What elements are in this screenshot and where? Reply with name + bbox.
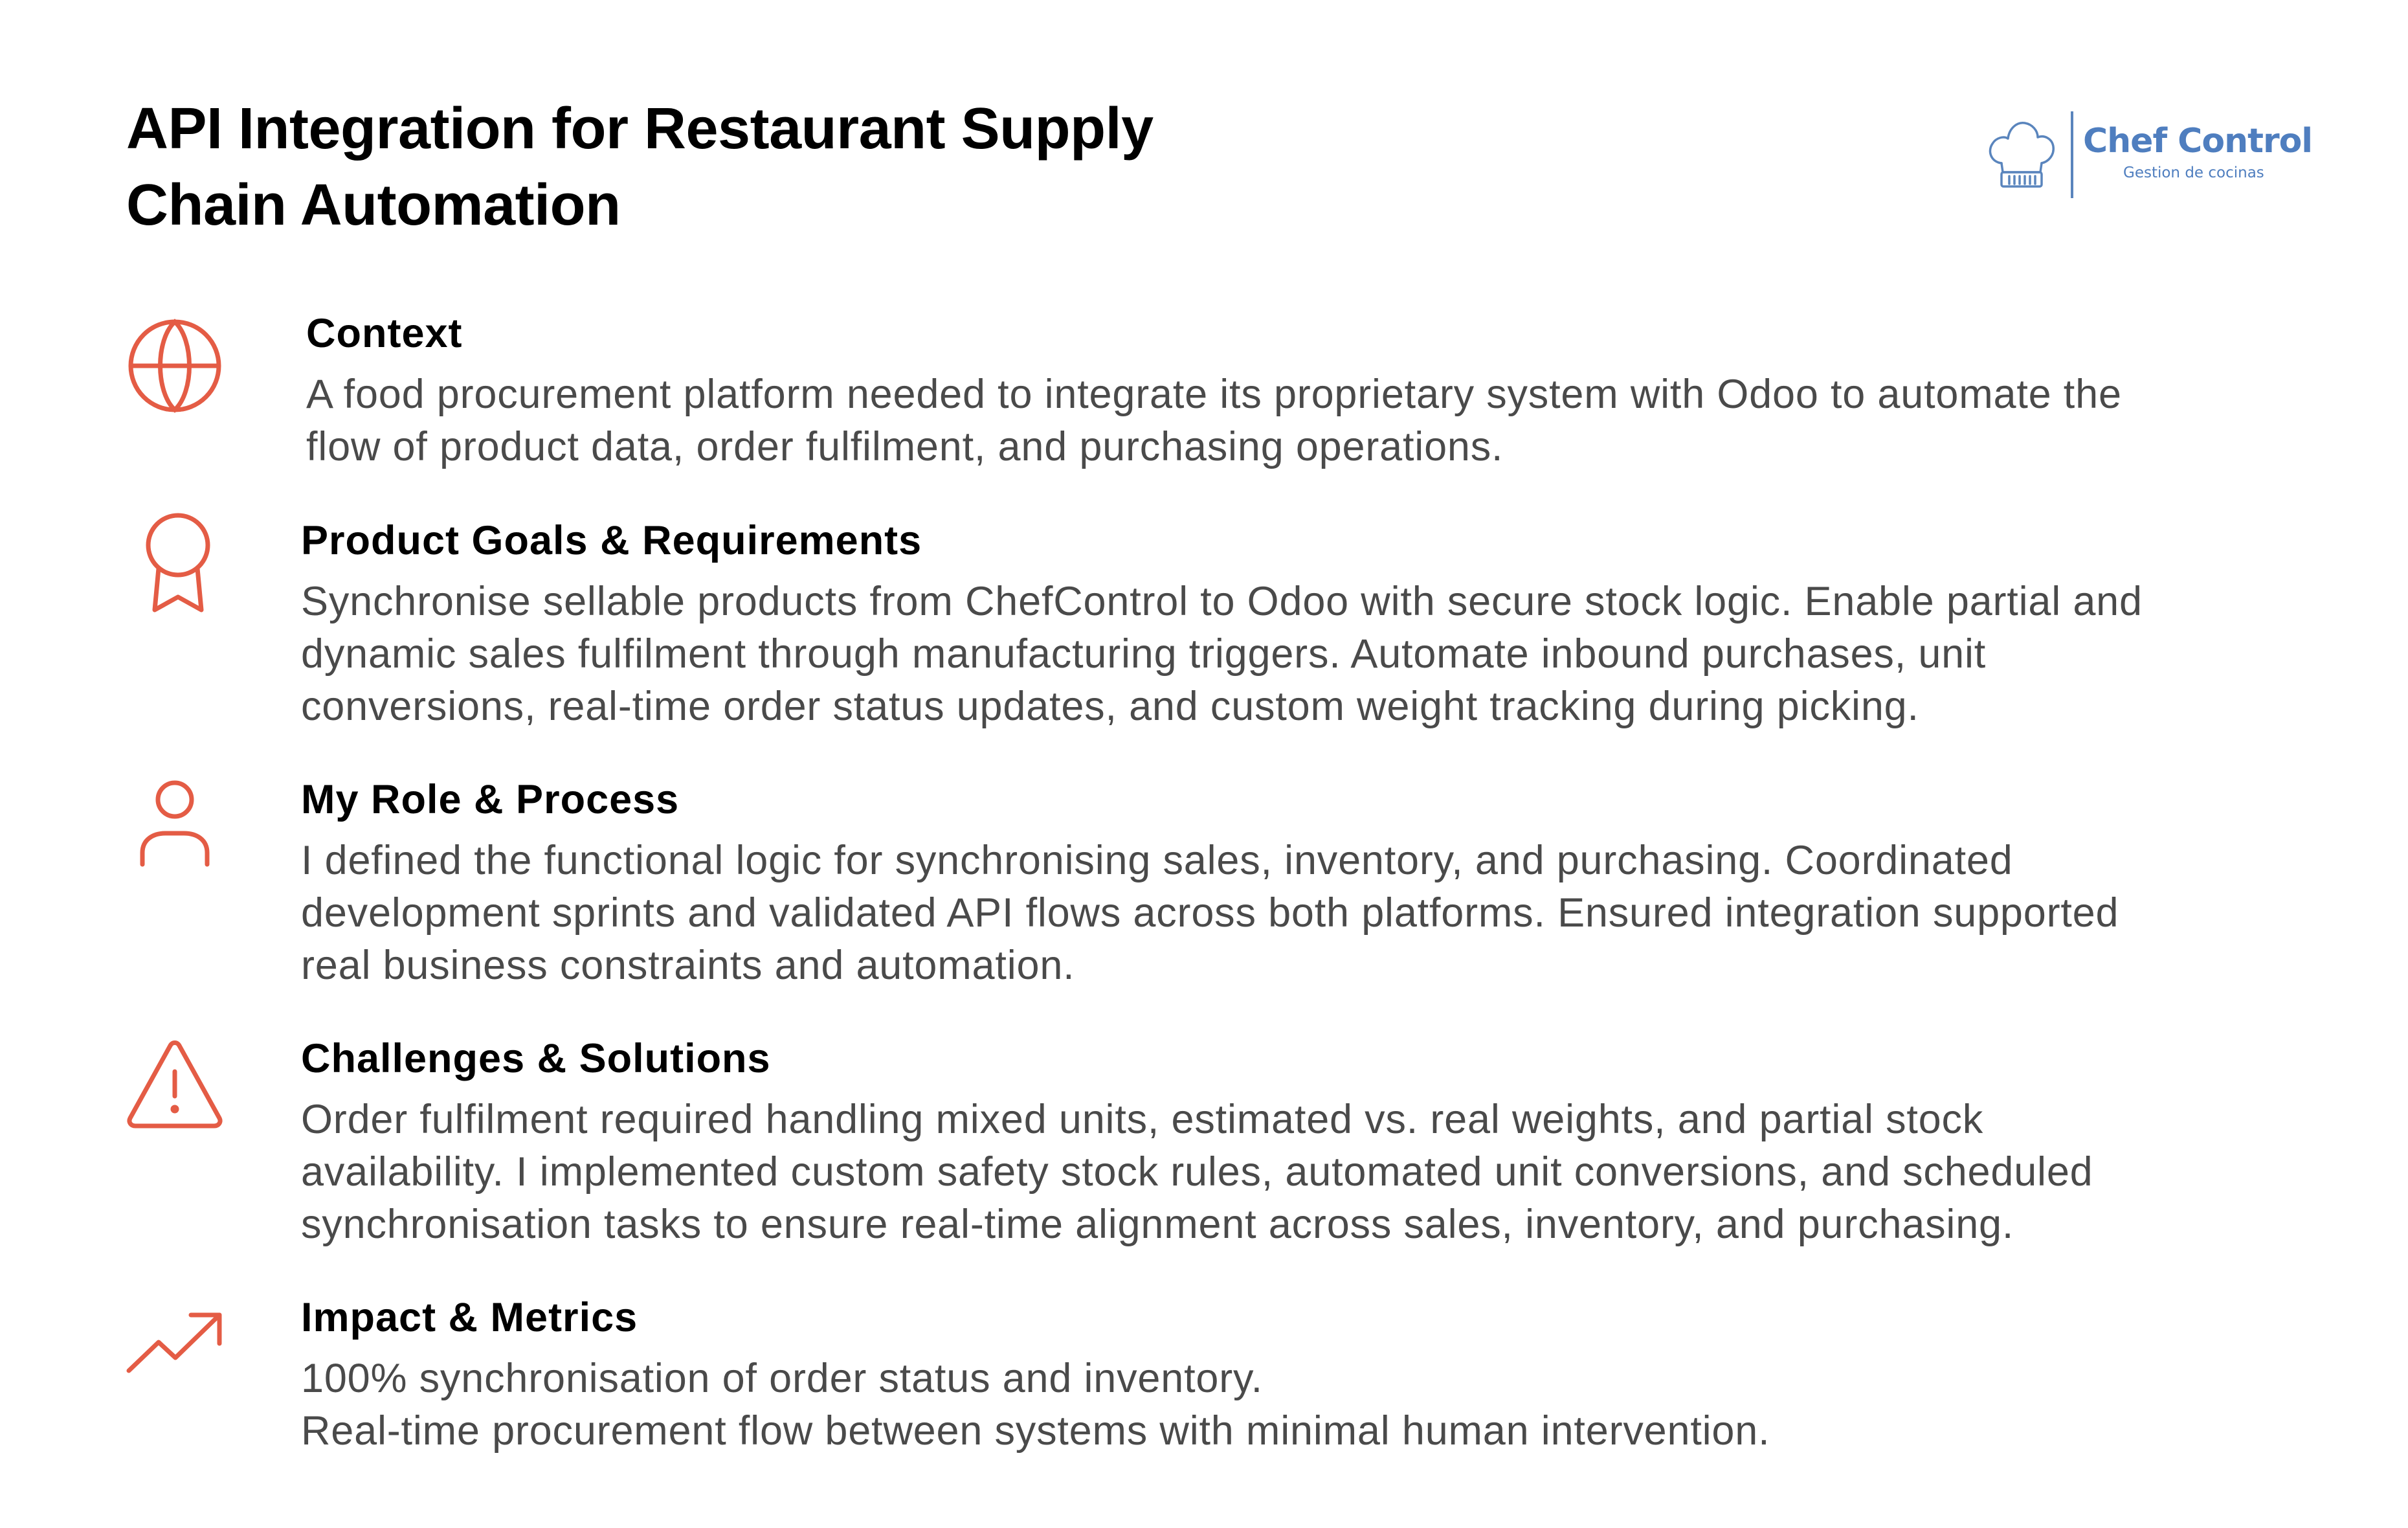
- section-body-line: Synchronise sellable products from ChefC…: [301, 579, 2143, 624]
- award-ribbon-icon: [139, 511, 217, 615]
- user-icon: [136, 780, 214, 871]
- section-body: Order fulfilment required handling mixed…: [301, 1094, 2093, 1251]
- page-title-line-1: API Integration for Restaurant Supply: [126, 96, 1154, 161]
- warning-triangle-icon: [126, 1039, 223, 1130]
- section-body-line: conversions, real-time order status upda…: [301, 684, 1919, 729]
- page-title-line-2: Chain Automation: [126, 173, 621, 238]
- section-body: A food procurement platform needed to in…: [306, 368, 2122, 473]
- section-body-line: development sprints and validated API fl…: [301, 890, 2119, 936]
- section-heading: Challenges & Solutions: [301, 1036, 771, 1081]
- section-heading: Impact & Metrics: [301, 1295, 638, 1340]
- section-body: I defined the functional logic for synch…: [301, 835, 2119, 992]
- chef-control-logo: Chef Control Gestion de cocinas: [1987, 110, 2313, 201]
- section-body-line: availability. I implemented custom safet…: [301, 1149, 2093, 1195]
- section-heading: Context: [306, 311, 463, 356]
- section-body-line: synchronisation tasks to ensure real-tim…: [301, 1202, 2014, 1247]
- logo-brand-name: Chef Control: [2083, 122, 2313, 161]
- section-heading: My Role & Process: [301, 777, 680, 822]
- logo-tagline: Gestion de cocinas: [2123, 164, 2264, 181]
- section-heading: Product Goals & Requirements: [301, 518, 922, 563]
- page-title: API Integration for Restaurant Supply Ch…: [126, 91, 1356, 243]
- section-body-line: 100% synchronisation of order status and…: [301, 1356, 1263, 1401]
- section-body-line: dynamic sales fulfilment through manufac…: [301, 631, 1987, 677]
- globe-icon: [126, 317, 223, 414]
- section-body-line: A food procurement platform needed to in…: [306, 372, 2122, 417]
- section-body: 100% synchronisation of order status and…: [301, 1353, 1770, 1457]
- section-body: Synchronise sellable products from ChefC…: [301, 576, 2143, 733]
- section-body-line: Order fulfilment required handling mixed…: [301, 1097, 1984, 1142]
- chef-hat-icon: [1987, 118, 2056, 190]
- logo-divider: [2071, 111, 2073, 198]
- section-body-line: I defined the functional logic for synch…: [301, 838, 2013, 883]
- section-body-line: real business constraints and automation…: [301, 943, 1075, 988]
- trending-up-icon: [126, 1311, 223, 1376]
- section-body-line: flow of product data, order fulfilment, …: [306, 424, 1504, 469]
- section-body-line: Real-time procurement flow between syste…: [301, 1408, 1770, 1454]
